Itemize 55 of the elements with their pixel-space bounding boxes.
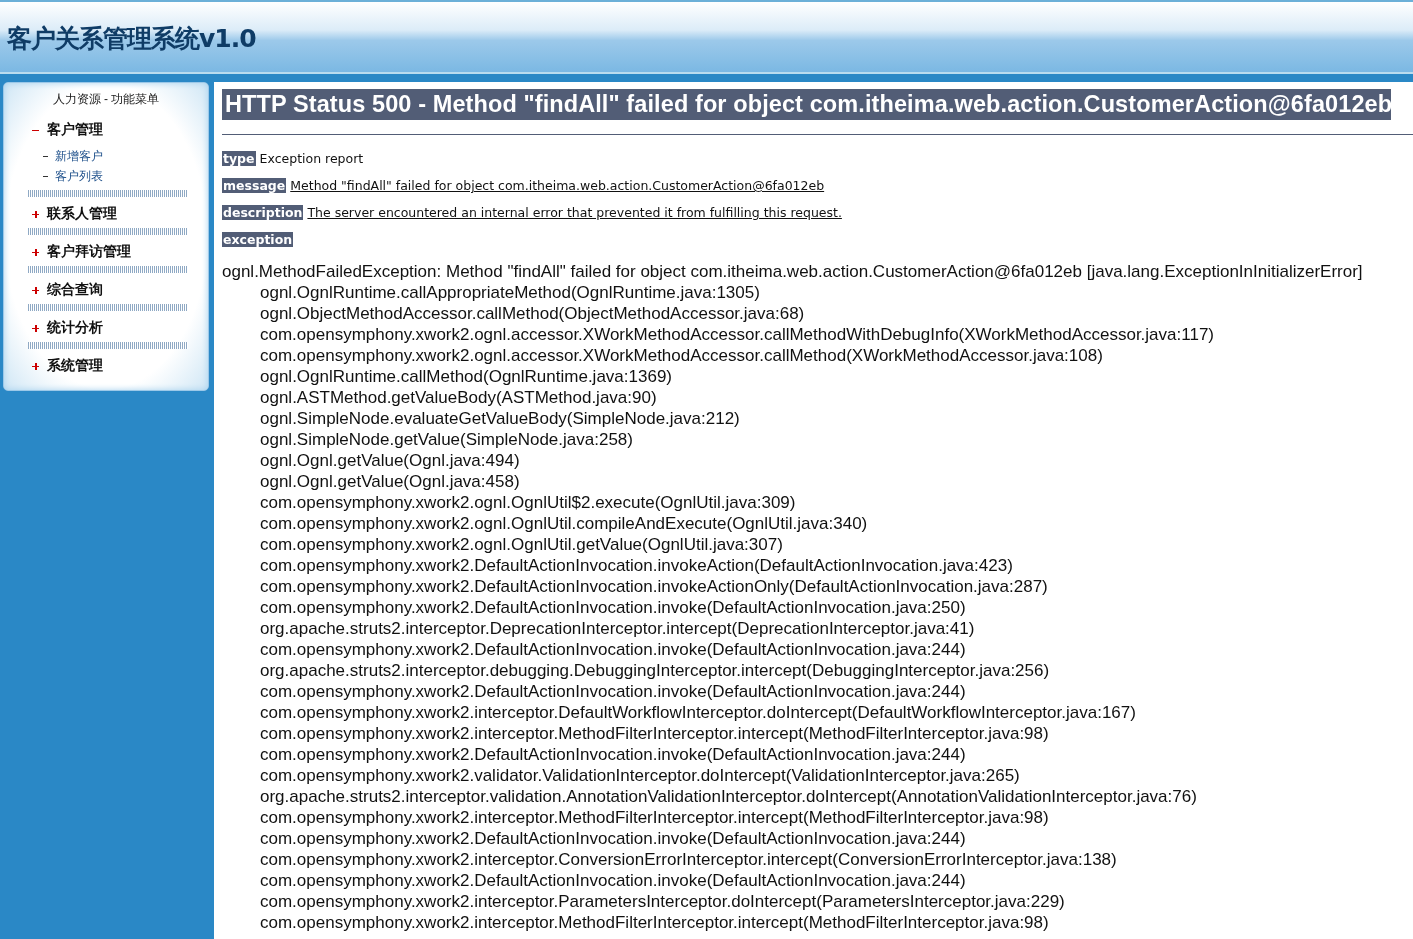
field-value: Exception report (259, 151, 364, 166)
stack-trace-line: ognl.SimpleNode.evaluateGetValueBody(SimpleNode.java:212) (260, 408, 740, 429)
stack-trace-line: com.opensymphony.xwork2.DefaultActionInvocation.invoke(DefaultActionInvocation.java:244) (260, 828, 966, 849)
stack-trace-line: ognl.OgnlRuntime.callMethod(OgnlRuntime.java:1369) (260, 366, 672, 387)
stack-trace-line: com.opensymphony.xwork2.DefaultActionInvocation.invoke(DefaultActionInvocation.java:250) (260, 597, 966, 618)
stack-trace-line: com.opensymphony.xwork2.interceptor.DefaultWorkflowInterceptor.doIntercept(DefaultWorkflowInterceptor.java:167) (260, 702, 1136, 723)
stack-trace-line: com.opensymphony.xwork2.interceptor.ConversionErrorInterceptor.intercept(ConversionErrorInterceptor.java:138) (260, 849, 1117, 870)
stack-trace-line: ognl.Ognl.getValue(Ognl.java:494) (260, 450, 520, 471)
stack-trace-line: ognl.Ognl.getValue(Ognl.java:458) (260, 471, 520, 492)
field-label: exception (222, 232, 294, 247)
stack-trace-line: com.opensymphony.xwork2.interceptor.MethodFilterInterceptor.intercept(MethodFilterInterceptor.java:98) (260, 807, 1049, 828)
stack-trace-line: com.opensymphony.xwork2.DefaultActionInvocation.invokeAction(DefaultActionInvocation.java:423) (260, 555, 1013, 576)
stack-trace-line: com.opensymphony.xwork2.DefaultActionInvocation.invokeActionOnly(DefaultActionInvocation.java:287) (260, 576, 1048, 597)
menu-item[interactable]: 综合查询 (4, 280, 103, 300)
menu-item[interactable]: 客户管理 (4, 120, 103, 140)
submenu-item[interactable]: 客户列表 (4, 166, 103, 186)
stack-trace-line: com.opensymphony.xwork2.ognl.OgnlUtil.compileAndExecute(OgnlUtil.java:340) (260, 513, 868, 534)
app-title: 客户关系管理系统v1.0 (6, 23, 256, 55)
plus-icon (32, 286, 39, 294)
field-value: The server encountered an internal error that prevented it from fulfilling this request. (307, 205, 842, 220)
plus-icon (32, 210, 39, 218)
submenu-item[interactable]: 新增客户 (4, 146, 103, 166)
stack-trace-line: com.opensymphony.xwork2.ognl.OgnlUtil.getValue(OgnlUtil.java:307) (260, 534, 783, 555)
stack-trace-line: org.apache.struts2.interceptor.debugging.DebuggingInterceptor.intercept(DebuggingInterceptor.java:256) (260, 660, 1050, 681)
stack-trace-line: com.opensymphony.xwork2.interceptor.MethodFilterInterceptor.intercept(MethodFilterInterceptor.java:98) (260, 723, 1049, 744)
menu-item[interactable]: 联系人管理 (4, 204, 117, 224)
stack-trace-line: com.opensymphony.xwork2.validator.ValidationInterceptor.doIntercept(ValidationInterceptor.java:265) (260, 765, 1020, 786)
stack-trace-line: com.opensymphony.xwork2.ognl.accessor.XWorkMethodAccessor.callMethodWithDebugInfo(XWorkMethodAccessor.java:117) (260, 324, 1215, 345)
stack-trace-line: ognl.ObjectMethodAccessor.callMethod(ObjectMethodAccessor.java:68) (260, 303, 805, 324)
plus-icon (32, 324, 39, 332)
field-label: type (222, 151, 256, 166)
menu-item[interactable]: 客户拜访管理 (4, 242, 131, 262)
stack-trace-line: com.opensymphony.xwork2.DefaultActionInvocation.invoke(DefaultActionInvocation.java:244) (260, 744, 966, 765)
stack-trace-line: org.apache.struts2.interceptor.validation.AnnotationValidationInterceptor.doIntercept(AnnotationValidationInterceptor.java:76) (260, 786, 1197, 807)
stack-trace-line: com.opensymphony.xwork2.interceptor.MethodFilterInterceptor.intercept(MethodFilterInterceptor.java:98) (260, 912, 1049, 933)
stack-trace-line: com.opensymphony.xwork2.ognl.OgnlUtil$2.execute(OgnlUtil.java:309) (260, 492, 796, 513)
menu-title: 人力资源 - 功能菜单 (52, 91, 160, 108)
menu-item[interactable]: 统计分析 (4, 318, 103, 338)
stack-trace-line: ognl.OgnlRuntime.callAppropriateMethod(OgnlRuntime.java:1305) (260, 282, 760, 303)
plus-icon (32, 362, 39, 370)
stack-trace-line: ognl.ASTMethod.getValueBody(ASTMethod.java:90) (260, 387, 657, 408)
error-heading: HTTP Status 500 - Method "findAll" failed for object com.itheima.web.action.CustomerAction@6fa012eb (222, 89, 1391, 120)
plus-icon (32, 248, 39, 256)
stack-trace-line: com.opensymphony.xwork2.DefaultActionInvocation.invoke(DefaultActionInvocation.java:244) (260, 681, 966, 702)
stack-trace-line: com.opensymphony.xwork2.interceptor.ParametersInterceptor.doIntercept(ParametersInterceptor.java:229) (260, 891, 1065, 912)
exception-line: ognl.MethodFailedException: Method "findAll" failed for object com.itheima.web.action.CustomerAction@6fa012eb [java.lang.ExceptionInInitializerError] (222, 261, 1363, 282)
field-label: description (222, 205, 304, 220)
stack-trace-line: com.opensymphony.xwork2.ognl.accessor.XWorkMethodAccessor.callMethod(XWorkMethodAccessor.java:108) (260, 345, 1103, 366)
stack-trace-line: ognl.SimpleNode.getValue(SimpleNode.java:258) (260, 429, 633, 450)
menu-item[interactable]: 系统管理 (4, 356, 103, 376)
stack-trace-line: org.apache.struts2.interceptor.DeprecationInterceptor.intercept(DeprecationInterceptor.java:41) (260, 618, 975, 639)
field-value: Method "findAll" failed for object com.itheima.web.action.CustomerAction@6fa012eb (290, 178, 825, 193)
stack-trace-line: com.opensymphony.xwork2.DefaultActionInvocation.invoke(DefaultActionInvocation.java:244) (260, 870, 966, 891)
field-label: message (222, 178, 287, 193)
stack-trace-line: com.opensymphony.xwork2.DefaultActionInvocation.invoke(DefaultActionInvocation.java:244) (260, 639, 966, 660)
